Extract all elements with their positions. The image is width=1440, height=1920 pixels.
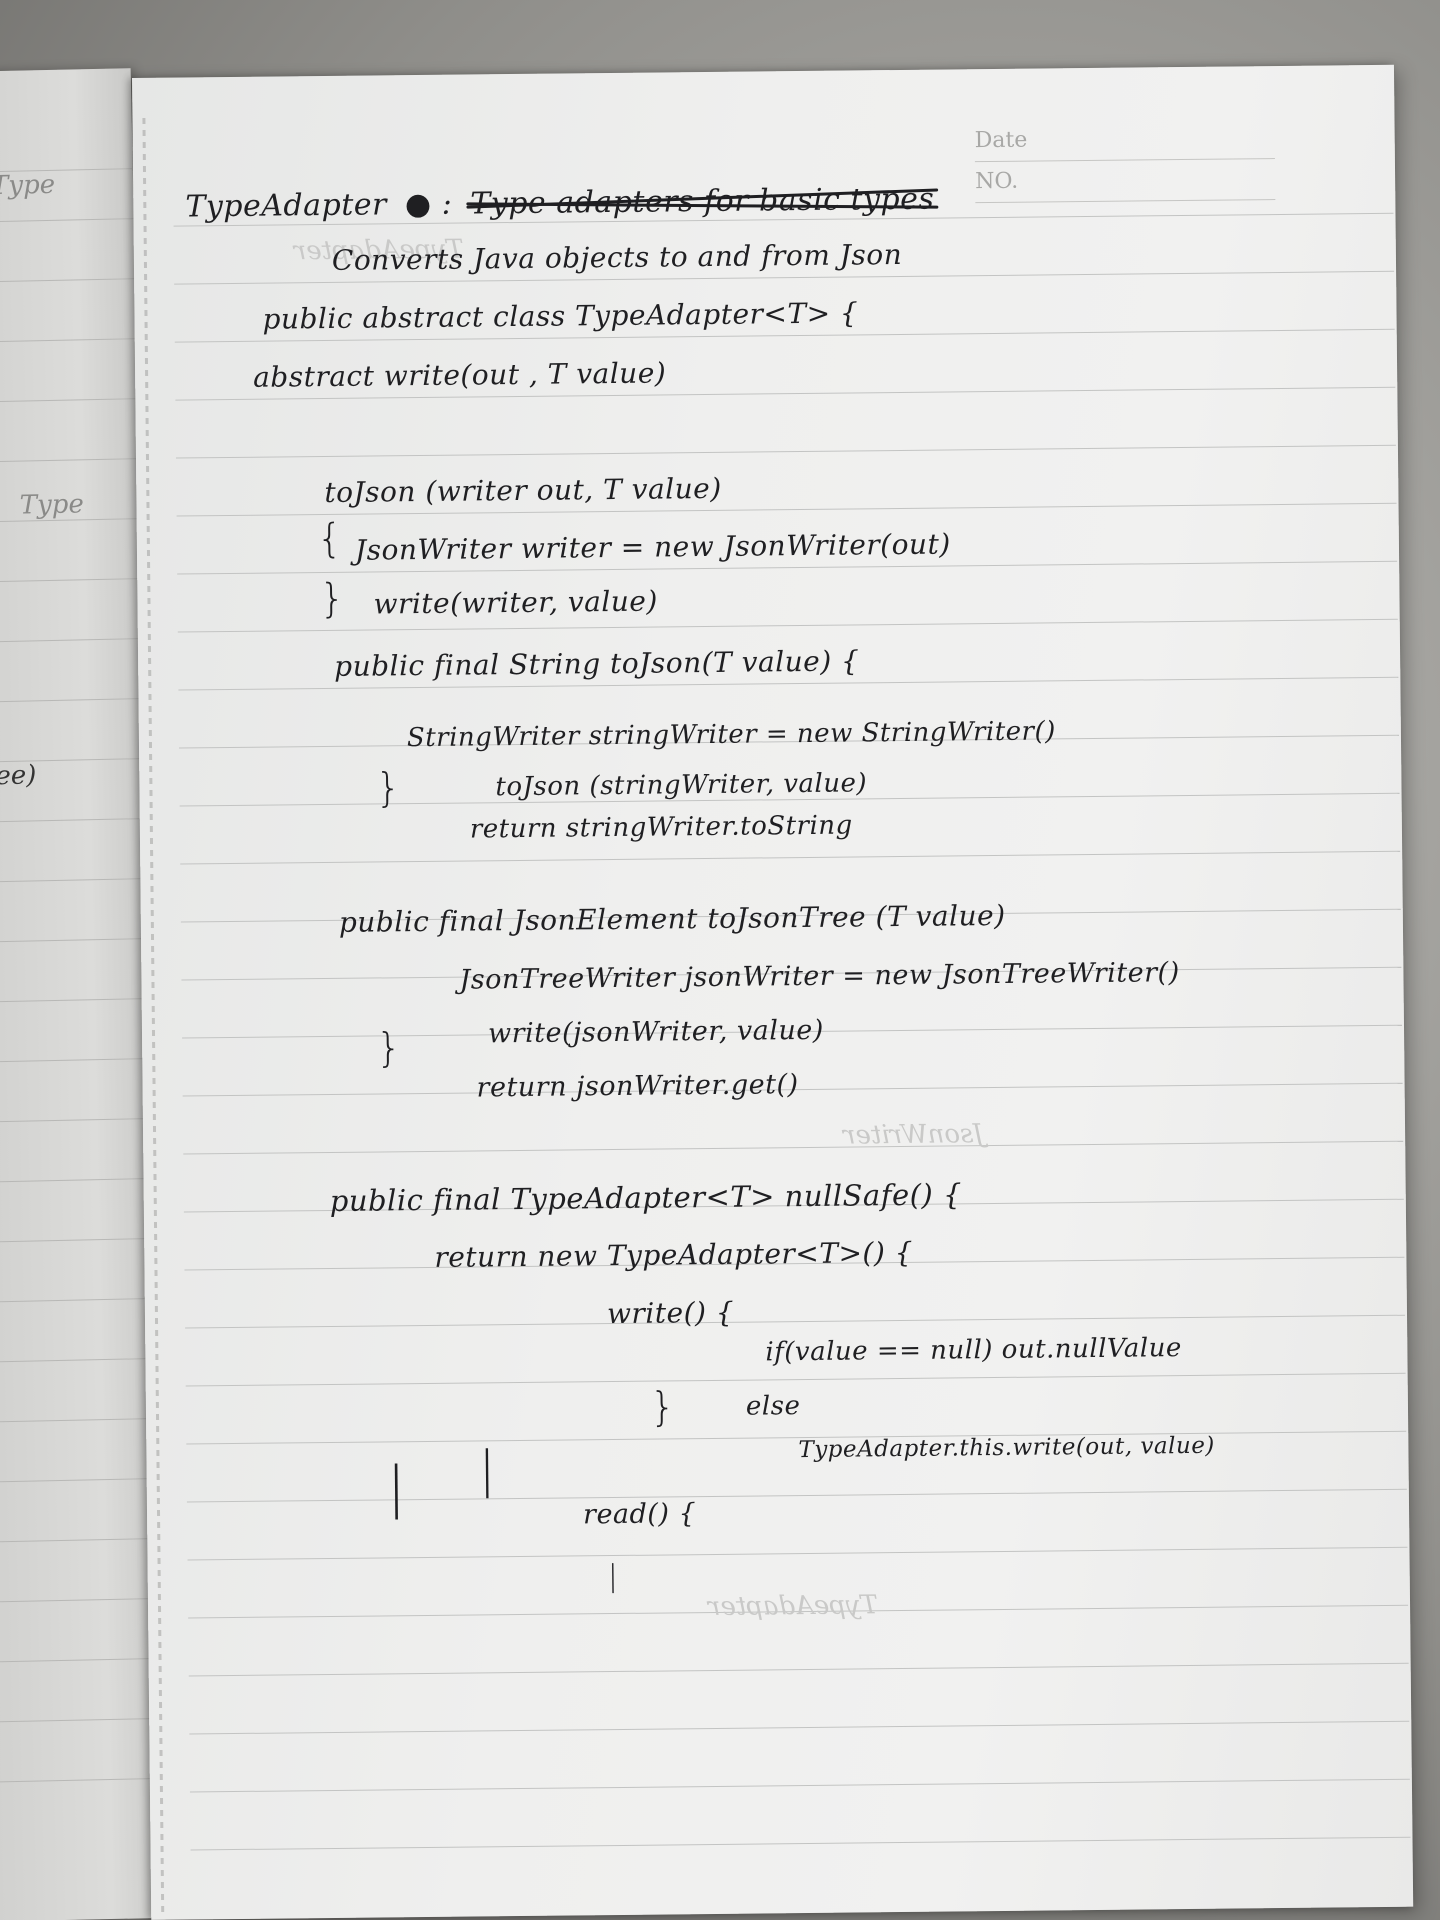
handwritten-line: toJson (writer out, T value) [324, 471, 722, 510]
handwritten-line: JsonTreeWriter jsonWriter = new JsonTree… [459, 957, 1180, 996]
brace-mark: } [375, 765, 402, 812]
ruled-line [189, 1778, 1410, 1793]
handwritten-line: return stringWriter.toString [469, 810, 853, 845]
brace-mark: | [607, 1558, 619, 1595]
handwritten-line: public abstract class TypeAdapter<T> { [262, 296, 859, 336]
handwritten-line: toJson (stringWriter, value) [495, 768, 868, 803]
handwritten-line: abstract write(out , T value) [252, 356, 667, 394]
handwritten-line: Converts Java objects to and from Json [331, 237, 903, 277]
brace-mark: } [319, 575, 346, 623]
handwritten-line: write(jsonWriter, value) [487, 1014, 824, 1050]
number-label: NO. [974, 159, 1276, 204]
ruled-line [188, 1662, 1409, 1677]
ruled-line [189, 1720, 1410, 1735]
ruled-line [175, 444, 1396, 459]
handwritten-line: JsonWriter writer = new JsonWriter(out) [354, 527, 951, 567]
brace-mark: } [649, 1384, 676, 1431]
handwritten-line: write(writer, value) [373, 584, 658, 621]
date-label: Date [974, 118, 1275, 163]
bleed-through-text: JsonWriter [842, 1119, 984, 1151]
title-name: TypeAdapter [185, 187, 388, 225]
brace-mark: } [375, 1025, 402, 1072]
handwritten-line: return jsonWriter.get() [476, 1069, 799, 1104]
handwritten-line: return new TypeAdapter<T>() { [434, 1235, 914, 1274]
handwritten-line: public final JsonElement toJsonTree (T v… [338, 898, 1006, 939]
bleed-through-text: TypeAdapter [707, 1590, 879, 1623]
ruled-line [187, 1546, 1408, 1561]
handwritten-line: else [745, 1391, 801, 1422]
left-page-fragment: ee) [0, 760, 37, 792]
struck-through-text: Type adapters for basic types [470, 181, 935, 222]
ruled-line [186, 1430, 1407, 1445]
ruled-line [183, 1140, 1404, 1155]
brace-mark: | [478, 1440, 496, 1499]
ruled-line [185, 1372, 1406, 1387]
ruled-line [185, 1314, 1406, 1329]
ruled-line [186, 1488, 1407, 1503]
page-header: Date NO. [974, 117, 1375, 204]
notebook-page: Date NO. TypeAdapter JsonWriter TypeAdap… [132, 64, 1414, 1920]
ruled-line [190, 1836, 1411, 1851]
handwritten-line: if(value == null) out.nullValue [765, 1333, 1182, 1368]
left-page-fragment: Type [19, 489, 85, 521]
ruled-line [177, 618, 1398, 633]
handwritten-line: write() { [606, 1295, 735, 1331]
handwritten-line: StringWriter stringWriter = new StringWr… [406, 716, 1056, 754]
handwritten-line: TypeAdapter.this.write(out, value) [798, 1432, 1215, 1464]
left-page-fragment: Type [0, 169, 56, 202]
photo-scene: Type ee) Type Date NO. TypeAdapter JsonW… [0, 0, 1440, 1920]
ruled-line [180, 850, 1401, 865]
brace-mark: { [316, 515, 343, 563]
brace-mark: | [386, 1455, 406, 1521]
handwritten-line: read() { [582, 1498, 697, 1531]
handwritten-line: public final String toJson(T value) { [334, 644, 860, 683]
handwritten-line: public final TypeAdapter<T> nullSafe() { [329, 1177, 963, 1218]
